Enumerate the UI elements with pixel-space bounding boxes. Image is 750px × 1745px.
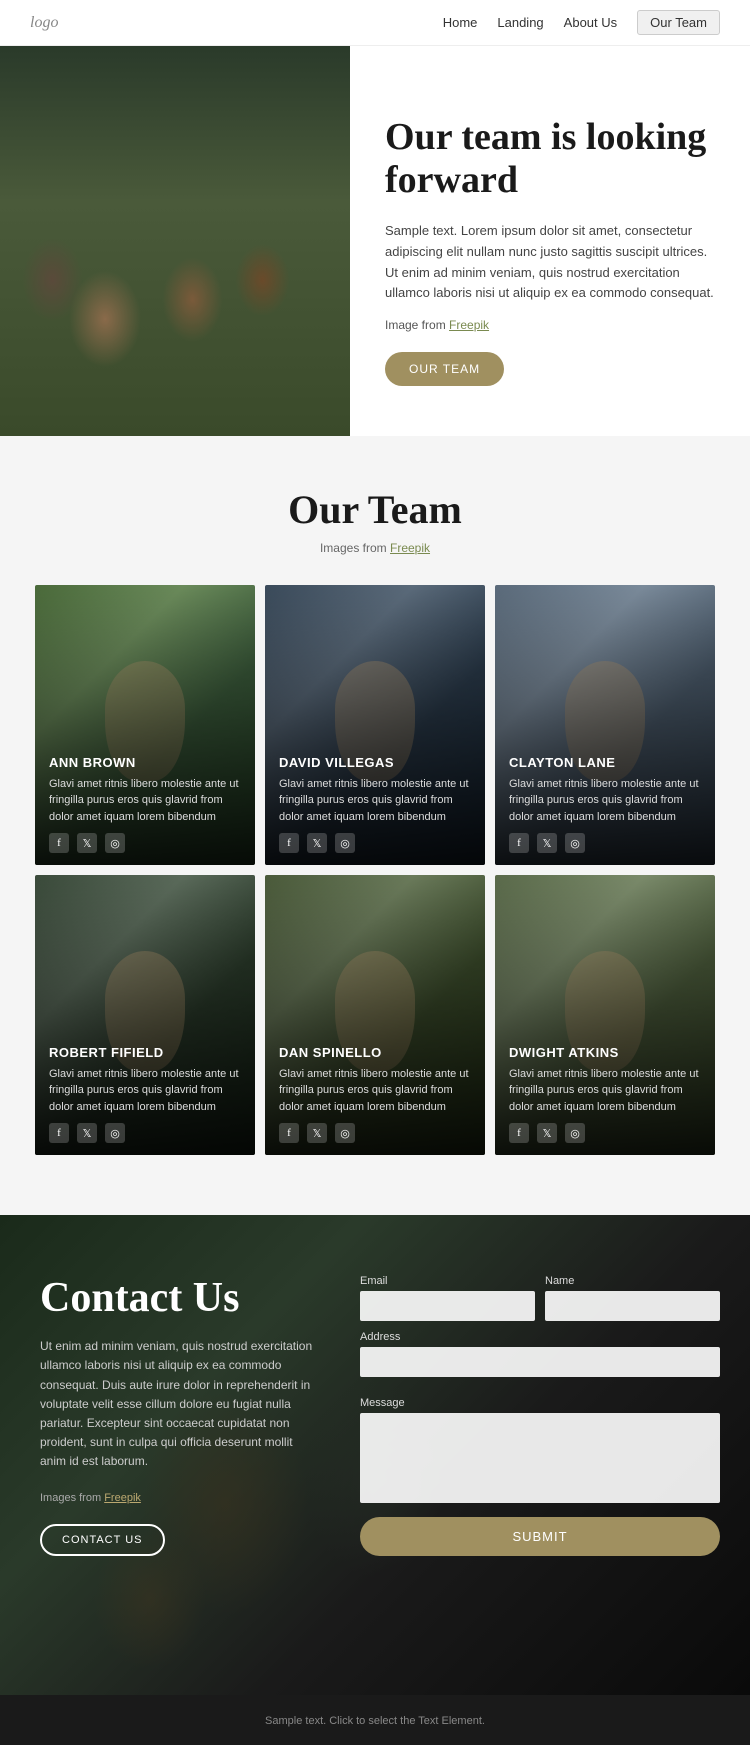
team-card-content-dwight: DWIGHT ATKINS Glavi amet ritnis libero m…: [495, 1031, 715, 1156]
team-credit-link[interactable]: Freepik: [390, 541, 430, 555]
team-card-content-robert: ROBERT FIFIELD Glavi amet ritnis libero …: [35, 1031, 255, 1156]
nav-home[interactable]: Home: [443, 15, 478, 30]
twitter-icon-dan[interactable]: 𝕏: [307, 1123, 327, 1143]
hero-credit: Image from Freepik: [385, 318, 715, 332]
contact-credit: Images from Freepik: [40, 1492, 320, 1504]
instagram-icon-ann[interactable]: ◎: [105, 833, 125, 853]
team-member-name-clayton: CLAYTON LANE: [509, 755, 701, 770]
twitter-icon-dwight[interactable]: 𝕏: [537, 1123, 557, 1143]
form-group-message: Message: [360, 1397, 720, 1503]
name-label: Name: [545, 1275, 720, 1287]
hero-cta-button[interactable]: OUR TEAM: [385, 352, 504, 386]
form-group-address: Address: [360, 1331, 720, 1387]
contact-button[interactable]: CONTACT US: [40, 1524, 165, 1556]
twitter-icon-david[interactable]: 𝕏: [307, 833, 327, 853]
team-member-name-dwight: DWIGHT ATKINS: [509, 1045, 701, 1060]
twitter-icon-ann[interactable]: 𝕏: [77, 833, 97, 853]
team-card-content-ann: ANN BROWN Glavi amet ritnis libero moles…: [35, 741, 255, 866]
facebook-icon-robert[interactable]: f: [49, 1123, 69, 1143]
nav-landing[interactable]: Landing: [497, 15, 543, 30]
twitter-icon-robert[interactable]: 𝕏: [77, 1123, 97, 1143]
team-socials-ann: f 𝕏 ◎: [49, 833, 241, 853]
email-label: Email: [360, 1275, 535, 1287]
submit-button[interactable]: SUBMIT: [360, 1517, 720, 1556]
instagram-icon-robert[interactable]: ◎: [105, 1123, 125, 1143]
team-socials-dan: f 𝕏 ◎: [279, 1123, 471, 1143]
form-row-email-name: Email Name: [360, 1275, 720, 1321]
address-input[interactable]: [360, 1347, 720, 1377]
team-socials-dwight: f 𝕏 ◎: [509, 1123, 701, 1143]
address-label: Address: [360, 1331, 720, 1343]
team-grid: ANN BROWN Glavi amet ritnis libero moles…: [35, 585, 715, 1155]
team-socials-clayton: f 𝕏 ◎: [509, 833, 701, 853]
team-member-name-dan: DAN SPINELLO: [279, 1045, 471, 1060]
contact-title: Contact Us: [40, 1275, 320, 1321]
team-member-desc-robert: Glavi amet ritnis libero molestie ante u…: [49, 1066, 241, 1116]
hero-title: Our team is looking forward: [385, 116, 715, 203]
hero-credit-link[interactable]: Freepik: [449, 318, 489, 332]
navbar: logo Home Landing About Us Our Team: [0, 0, 750, 46]
team-card-dan: DAN SPINELLO Glavi amet ritnis libero mo…: [265, 875, 485, 1155]
team-section: Our Team Images from Freepik ANN BROWN G…: [0, 436, 750, 1215]
facebook-icon-david[interactable]: f: [279, 833, 299, 853]
contact-section: Contact Us Ut enim ad minim veniam, quis…: [0, 1215, 750, 1695]
instagram-icon-david[interactable]: ◎: [335, 833, 355, 853]
contact-description: Ut enim ad minim veniam, quis nostrud ex…: [40, 1337, 320, 1471]
facebook-icon-dan[interactable]: f: [279, 1123, 299, 1143]
hero-description: Sample text. Lorem ipsum dolor sit amet,…: [385, 221, 715, 304]
team-socials-david: f 𝕏 ◎: [279, 833, 471, 853]
form-group-email: Email: [360, 1275, 535, 1321]
team-card-dwight: DWIGHT ATKINS Glavi amet ritnis libero m…: [495, 875, 715, 1155]
footer-text: Sample text. Click to select the Text El…: [265, 1715, 485, 1727]
name-input[interactable]: [545, 1291, 720, 1321]
team-card-david: DAVID VILLEGAS Glavi amet ritnis libero …: [265, 585, 485, 865]
instagram-icon-dan[interactable]: ◎: [335, 1123, 355, 1143]
team-member-name-david: DAVID VILLEGAS: [279, 755, 471, 770]
contact-credit-link[interactable]: Freepik: [104, 1492, 141, 1504]
team-member-desc-david: Glavi amet ritnis libero molestie ante u…: [279, 776, 471, 826]
message-input[interactable]: [360, 1413, 720, 1503]
facebook-icon-dwight[interactable]: f: [509, 1123, 529, 1143]
team-card-ann: ANN BROWN Glavi amet ritnis libero moles…: [35, 585, 255, 865]
hero-content: Our team is looking forward Sample text.…: [350, 46, 750, 436]
contact-form: Email Name Address Message SUBMIT: [360, 1275, 720, 1556]
hero-section: Our team is looking forward Sample text.…: [0, 46, 750, 436]
contact-inner: Contact Us Ut enim ad minim veniam, quis…: [0, 1215, 750, 1616]
team-card-clayton: CLAYTON LANE Glavi amet ritnis libero mo…: [495, 585, 715, 865]
hero-image-placeholder: [0, 46, 350, 436]
team-card-robert: ROBERT FIFIELD Glavi amet ritnis libero …: [35, 875, 255, 1155]
team-section-title: Our Team: [35, 486, 715, 533]
hero-image: [0, 46, 350, 436]
nav-about[interactable]: About Us: [564, 15, 617, 30]
instagram-icon-clayton[interactable]: ◎: [565, 833, 585, 853]
form-group-name: Name: [545, 1275, 720, 1321]
team-socials-robert: f 𝕏 ◎: [49, 1123, 241, 1143]
twitter-icon-clayton[interactable]: 𝕏: [537, 833, 557, 853]
message-label: Message: [360, 1397, 720, 1409]
nav-links: Home Landing About Us Our Team: [443, 10, 720, 35]
contact-credit-text: Images from: [40, 1492, 101, 1504]
team-card-content-dan: DAN SPINELLO Glavi amet ritnis libero mo…: [265, 1031, 485, 1156]
team-credit-text: Images from: [320, 541, 387, 555]
team-section-credit: Images from Freepik: [35, 541, 715, 555]
team-member-desc-dan: Glavi amet ritnis libero molestie ante u…: [279, 1066, 471, 1116]
facebook-icon-clayton[interactable]: f: [509, 833, 529, 853]
team-member-desc-clayton: Glavi amet ritnis libero molestie ante u…: [509, 776, 701, 826]
team-card-content-clayton: CLAYTON LANE Glavi amet ritnis libero mo…: [495, 741, 715, 866]
nav-our-team[interactable]: Our Team: [637, 10, 720, 35]
team-member-name-robert: ROBERT FIFIELD: [49, 1045, 241, 1060]
hero-credit-text: Image from: [385, 318, 446, 332]
facebook-icon-ann[interactable]: f: [49, 833, 69, 853]
footer: Sample text. Click to select the Text El…: [0, 1695, 750, 1745]
email-input[interactable]: [360, 1291, 535, 1321]
team-member-name-ann: ANN BROWN: [49, 755, 241, 770]
instagram-icon-dwight[interactable]: ◎: [565, 1123, 585, 1143]
team-member-desc-dwight: Glavi amet ritnis libero molestie ante u…: [509, 1066, 701, 1116]
contact-left: Contact Us Ut enim ad minim veniam, quis…: [40, 1275, 320, 1556]
logo: logo: [30, 14, 58, 32]
team-member-desc-ann: Glavi amet ritnis libero molestie ante u…: [49, 776, 241, 826]
team-card-content-david: DAVID VILLEGAS Glavi amet ritnis libero …: [265, 741, 485, 866]
